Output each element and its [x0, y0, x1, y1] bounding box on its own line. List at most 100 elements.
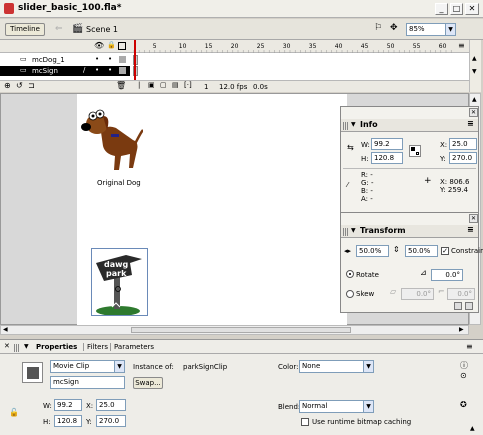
- current-frame: 1: [204, 83, 209, 91]
- collapse-arrow-icon[interactable]: ▼: [24, 343, 29, 350]
- layer-row[interactable]: ▭ mcDog_1 • •: [0, 55, 469, 65]
- timeline-scrollbar[interactable]: ▲ ▼: [469, 40, 481, 92]
- width-field[interactable]: 99.2: [371, 138, 403, 150]
- outline-icon[interactable]: [118, 42, 126, 50]
- scroll-up-icon[interactable]: ▲: [472, 96, 477, 103]
- color-select[interactable]: None ▼: [299, 360, 374, 373]
- collapse-arrow-icon[interactable]: ▼: [351, 121, 356, 128]
- constrain-label: Constrain: [451, 247, 483, 255]
- edit-symbol-icon[interactable]: ✥: [390, 23, 398, 33]
- stage-hscrollbar[interactable]: ◀ ▶: [0, 325, 469, 335]
- expand-panel-icon[interactable]: ⊙: [460, 371, 467, 380]
- timeline-toggle-button[interactable]: Timeline: [5, 23, 45, 36]
- minimize-button[interactable]: _: [435, 3, 448, 15]
- timeline-header: 👁 🔒 5 10 15 20 25 30 35 40 45 50 55 60 ≡: [0, 40, 469, 53]
- scroll-thumb[interactable]: [131, 327, 351, 333]
- height-field[interactable]: 120.8: [371, 152, 403, 164]
- skew-horizontal-field[interactable]: 0.0°: [401, 288, 434, 300]
- onion-skin-icon[interactable]: ▣: [148, 81, 155, 89]
- swap-button[interactable]: Swap...: [133, 377, 163, 389]
- scene-name[interactable]: Scene 1: [86, 25, 118, 34]
- scroll-right-icon[interactable]: ▶: [459, 326, 464, 333]
- layer-lock-dot[interactable]: •: [108, 66, 112, 74]
- onion-markers-icon[interactable]: [·]: [184, 81, 192, 89]
- copy-transform-icon[interactable]: [454, 302, 462, 310]
- close-panel-icon[interactable]: ✕: [4, 342, 10, 350]
- rotate-radio[interactable]: [346, 270, 354, 278]
- scale-width-field[interactable]: 50.0%: [356, 245, 389, 257]
- accessibility-icon[interactable]: ✪: [460, 400, 467, 409]
- dog-graphic[interactable]: [81, 102, 144, 177]
- info-header[interactable]: ▼ Info ≡: [341, 119, 478, 132]
- tab-filters[interactable]: Filters: [83, 343, 108, 351]
- skew-vertical-field[interactable]: 0.0°: [447, 288, 475, 300]
- close-button[interactable]: ✕: [465, 3, 479, 15]
- layer-row-selected[interactable]: ▭ mcSign / • •: [0, 66, 469, 76]
- resize-grip-icon[interactable]: ▲: [470, 425, 475, 432]
- scroll-up-icon[interactable]: ▲: [472, 55, 477, 62]
- scale-height-field[interactable]: 50.0%: [405, 245, 438, 257]
- help-icon[interactable]: ⓘ: [460, 360, 468, 371]
- blend-label: Blend:: [278, 403, 301, 411]
- rotate-field[interactable]: 0.0°: [431, 269, 463, 281]
- green-value: G: -: [361, 179, 374, 187]
- panel-menu-icon[interactable]: ≡: [467, 225, 474, 234]
- scale-height-icon: ⇕: [393, 245, 400, 254]
- prop-height-field[interactable]: 120.8: [54, 415, 82, 427]
- symbol-type-select[interactable]: Movie Clip ▼: [50, 360, 125, 373]
- add-guide-icon[interactable]: ↺: [16, 81, 23, 90]
- blend-select[interactable]: Normal ▼: [299, 400, 374, 413]
- trash-icon[interactable]: 🗑: [116, 81, 126, 90]
- instance-name-field[interactable]: mcSign: [50, 376, 125, 389]
- y-field[interactable]: 270.0: [449, 152, 477, 164]
- transform-header[interactable]: ▼ Transform ≡: [341, 225, 478, 238]
- eye-icon[interactable]: 👁: [94, 41, 104, 50]
- scroll-left-icon[interactable]: ◀: [3, 326, 8, 333]
- edit-scene-icon[interactable]: ⚐: [374, 23, 382, 33]
- collapse-arrow-icon[interactable]: ▼: [351, 227, 356, 234]
- cache-checkbox[interactable]: [301, 418, 309, 426]
- layer-name[interactable]: mcDog_1: [32, 56, 65, 64]
- layer-name[interactable]: mcSign: [32, 67, 58, 75]
- tab-properties[interactable]: Properties: [36, 343, 77, 351]
- constrain-checkbox[interactable]: ✓: [441, 247, 449, 255]
- registration-grid-icon[interactable]: [409, 145, 421, 157]
- x-label: X:: [440, 141, 448, 149]
- x-field[interactable]: 25.0: [449, 138, 477, 150]
- layer-outline-box[interactable]: [119, 67, 126, 74]
- add-layer-icon[interactable]: ⊕: [4, 81, 11, 90]
- skew-vertical-icon: ⌐: [438, 287, 445, 296]
- maximize-button[interactable]: □: [450, 3, 463, 15]
- transform-title: Transform: [360, 226, 406, 235]
- lock-icon[interactable]: 🔒: [107, 41, 116, 49]
- link-dimensions-icon[interactable]: ⇆: [347, 143, 354, 152]
- timeline-menu-icon[interactable]: ≡: [458, 41, 465, 50]
- layer-visible-dot[interactable]: •: [95, 66, 99, 74]
- prop-x-field[interactable]: 25.0: [96, 399, 126, 411]
- instance-of-label: Instance of:: [133, 363, 174, 371]
- frame-ruler-svg: 5 10 15 20 25 30 35 40 45 50 55 60: [133, 43, 452, 53]
- back-arrow-icon[interactable]: ⇐: [55, 24, 63, 34]
- sign-graphic[interactable]: dawg park: [91, 248, 148, 316]
- panel-menu-icon[interactable]: ≡: [467, 119, 474, 128]
- zoom-select[interactable]: 85% ▼: [406, 23, 456, 36]
- layer-outline-box[interactable]: [119, 56, 126, 63]
- layer-lock-dot[interactable]: •: [108, 55, 112, 63]
- info-close-button[interactable]: ✕: [469, 108, 478, 117]
- skew-radio[interactable]: [346, 290, 354, 298]
- prop-y-field[interactable]: 270.0: [96, 415, 126, 427]
- transform-close-button[interactable]: ✕: [469, 214, 478, 223]
- playhead[interactable]: [134, 40, 136, 80]
- layer-visible-dot[interactable]: •: [95, 55, 99, 63]
- onion-outline-icon[interactable]: ▢: [160, 81, 167, 89]
- panel-menu-icon[interactable]: ≡: [466, 342, 473, 351]
- prop-width-field[interactable]: 99.2: [54, 399, 82, 411]
- scroll-down-icon[interactable]: ▼: [472, 68, 477, 75]
- add-folder-icon[interactable]: ⊐: [28, 81, 35, 90]
- center-frame-icon[interactable]: |: [138, 81, 140, 89]
- frame-ruler[interactable]: 5 10 15 20 25 30 35 40 45 50 55 60: [132, 40, 457, 53]
- lock-dimensions-icon[interactable]: 🔓: [9, 408, 19, 417]
- reset-transform-icon[interactable]: [465, 302, 473, 310]
- edit-multiple-icon[interactable]: ▤: [172, 81, 179, 89]
- tab-parameters[interactable]: Parameters: [110, 343, 154, 351]
